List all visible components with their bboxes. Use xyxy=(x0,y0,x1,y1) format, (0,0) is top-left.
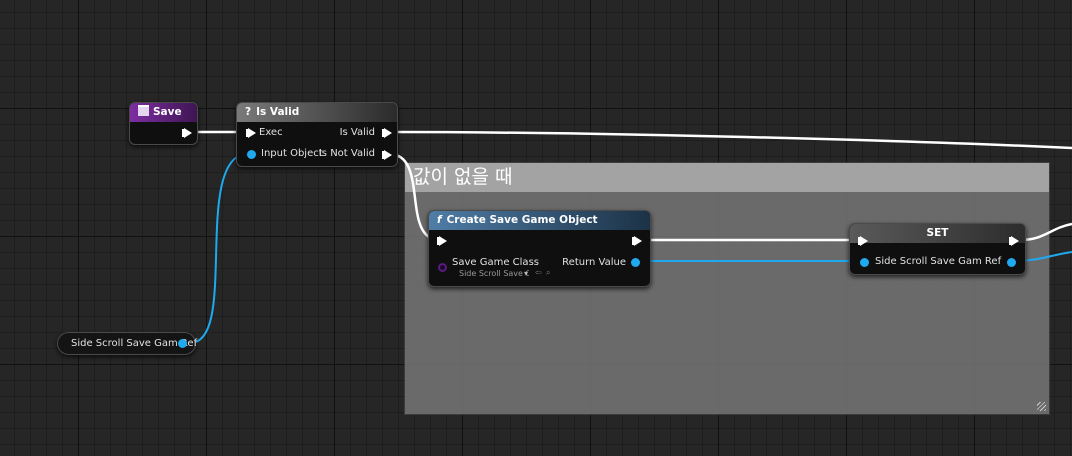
set-exec-out-pin[interactable] xyxy=(1009,236,1019,246)
save-game-class-dropdown[interactable]: Side Scroll Save G xyxy=(459,269,529,278)
create-save-game-object-header[interactable]: f Create Save Game Object xyxy=(429,211,650,230)
function-icon: f xyxy=(437,214,442,226)
return-value-pin[interactable] xyxy=(631,258,640,267)
save-event-title: Save xyxy=(153,106,182,118)
set-value-out-pin[interactable] xyxy=(1007,258,1016,267)
comment-title[interactable]: 값이 없을 때 xyxy=(405,163,1049,192)
create-exec-in-pin[interactable] xyxy=(437,236,447,246)
is-valid-title: Is Valid xyxy=(256,106,300,118)
object-wire-var-to-input xyxy=(189,152,251,344)
is-valid-pin-label: Is Valid xyxy=(339,127,375,138)
question-icon: ? xyxy=(245,106,252,118)
is-valid-exec-out-pin[interactable] xyxy=(382,128,392,138)
save-event-header[interactable]: Save xyxy=(130,103,197,122)
set-header[interactable]: SET xyxy=(850,224,1025,243)
use-selected-icon[interactable]: ⇦ xyxy=(535,268,542,277)
is-not-valid-exec-out-pin[interactable] xyxy=(382,150,392,160)
dropdown-arrow-icon[interactable]: ▾ xyxy=(524,269,528,278)
save-exec-out-pin[interactable] xyxy=(182,128,192,138)
create-save-game-object-title: Create Save Game Object xyxy=(446,214,598,226)
save-game-class-label: Save Game Class xyxy=(452,257,539,268)
set-exec-in-pin[interactable] xyxy=(858,236,868,246)
input-object-pin-label: Input Object xyxy=(261,148,323,159)
browse-icon[interactable]: ⌕ xyxy=(546,268,550,278)
save-event-node[interactable]: Save xyxy=(129,102,198,145)
is-valid-node[interactable]: ? Is Valid Exec Input Object Is Valid Is … xyxy=(236,102,398,167)
resize-grip-icon[interactable] xyxy=(1037,402,1046,411)
set-value-in-pin[interactable] xyxy=(860,258,869,267)
save-game-class-pin[interactable] xyxy=(438,263,447,272)
exec-pin-label: Exec xyxy=(259,127,283,138)
set-value-label: Side Scroll Save Gam Ref xyxy=(875,256,1002,267)
variable-get-node[interactable]: Side Scroll Save Gam Ref xyxy=(57,332,197,355)
set-title: SET xyxy=(926,227,949,239)
variable-get-out-pin[interactable] xyxy=(178,339,187,348)
comment-box[interactable]: 값이 없을 때 xyxy=(404,162,1050,415)
is-not-valid-pin-label: Is Not Valid xyxy=(318,148,375,159)
exec-wire-isvalid-to-right xyxy=(388,130,1072,150)
exec-in-pin[interactable] xyxy=(246,128,256,138)
event-icon xyxy=(138,105,149,116)
input-object-pin[interactable] xyxy=(247,150,256,159)
is-valid-header[interactable]: ? Is Valid xyxy=(237,103,397,122)
create-save-game-object-node[interactable]: f Create Save Game Object Save Game Class… xyxy=(428,210,651,287)
set-node[interactable]: SET Side Scroll Save Gam Ref xyxy=(849,223,1026,275)
return-value-label: Return Value xyxy=(562,257,626,268)
create-exec-out-pin[interactable] xyxy=(632,236,642,246)
